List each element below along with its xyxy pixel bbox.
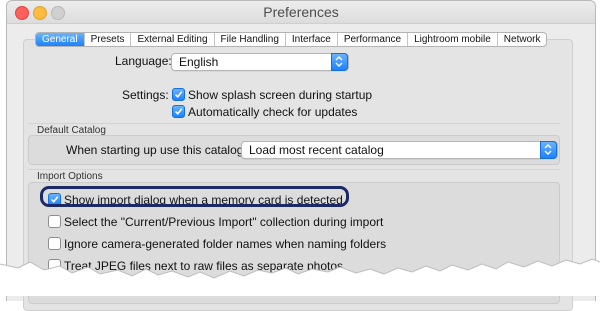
splash-screen-label: Show splash screen during startup	[188, 88, 373, 102]
torn-edge	[0, 258, 600, 296]
tab-general[interactable]: General	[36, 33, 85, 46]
catalog-value: Load most recent catalog	[249, 143, 384, 157]
tab-presets[interactable]: Presets	[85, 33, 132, 46]
section-divider	[28, 123, 560, 124]
import-options-heading: Import Options	[37, 171, 103, 182]
tab-bar: General Presets External Editing File Ha…	[35, 32, 548, 47]
chevron-updown-icon	[540, 141, 557, 159]
section-divider	[28, 169, 560, 170]
catalog-select[interactable]: Load most recent catalog	[241, 141, 558, 159]
settings-label: Settings:	[122, 88, 169, 102]
tab-file-handling[interactable]: File Handling	[215, 33, 286, 46]
check-updates-label: Automatically check for updates	[188, 105, 358, 119]
tab-lightroom-mobile[interactable]: Lightroom mobile	[408, 33, 498, 46]
tab-network[interactable]: Network	[498, 33, 547, 46]
checkmark-icon	[174, 91, 183, 99]
tab-performance[interactable]: Performance	[338, 33, 409, 46]
tab-interface[interactable]: Interface	[286, 33, 338, 46]
window-title: Preferences	[263, 4, 339, 20]
language-label: Language:	[115, 54, 172, 68]
check-updates-checkbox[interactable]	[172, 105, 185, 118]
language-value: English	[179, 55, 219, 69]
tab-external-editing[interactable]: External Editing	[131, 33, 215, 46]
splash-screen-checkbox[interactable]	[172, 88, 185, 101]
title-bar: Preferences	[7, 1, 595, 24]
highlight-annotation	[40, 186, 349, 207]
catalog-startup-label: When starting up use this catalog:	[66, 143, 247, 157]
language-select[interactable]: English	[171, 53, 349, 71]
chevron-updown-icon	[331, 53, 348, 71]
checkmark-icon	[174, 108, 183, 116]
